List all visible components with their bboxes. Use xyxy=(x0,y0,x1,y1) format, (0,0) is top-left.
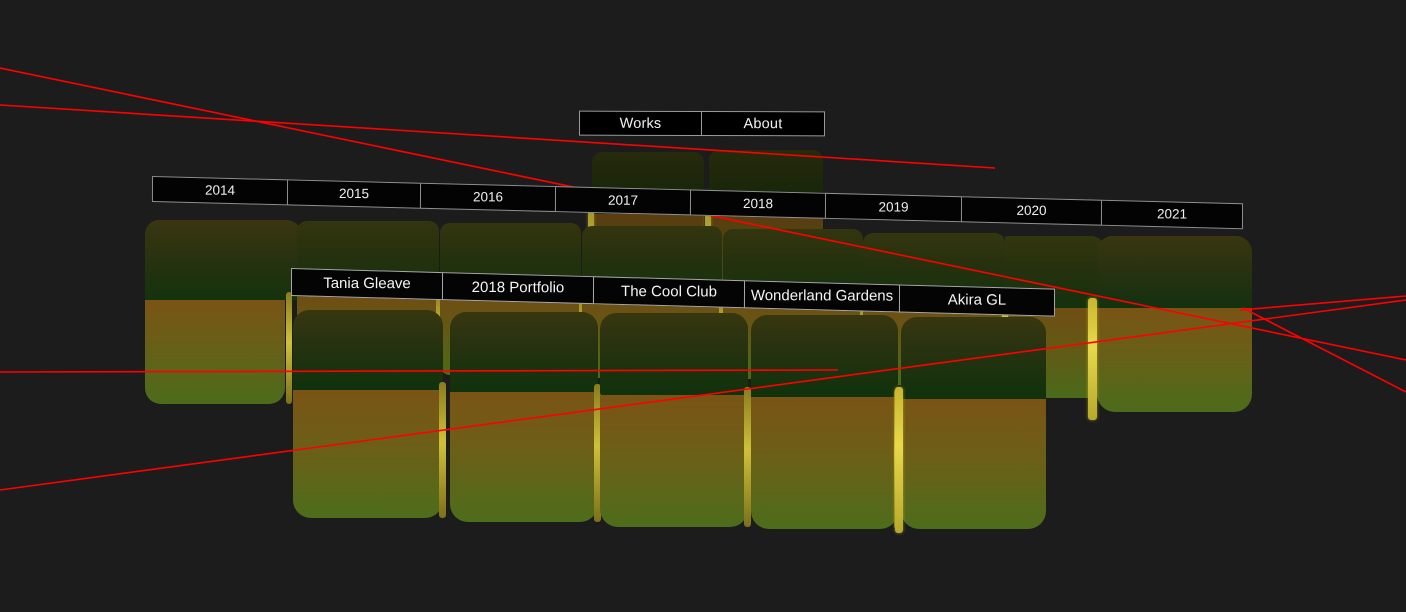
year-label: 2020 xyxy=(1016,202,1047,219)
cube-front-face xyxy=(901,399,1046,529)
cube-top-face xyxy=(600,313,748,395)
project-item-akira-gl[interactable]: Akira GL xyxy=(898,284,1056,317)
cube-top-face xyxy=(145,220,301,300)
year-item-2014[interactable]: 2014 xyxy=(151,176,289,206)
tab-works[interactable]: Works xyxy=(578,110,703,136)
project-label: Tania Gleave xyxy=(323,274,411,293)
year-label: 2016 xyxy=(472,189,504,205)
project-label: Akira GL xyxy=(947,291,1007,309)
cube-front-face xyxy=(293,390,443,518)
project-item-wonderland-gardens[interactable]: Wonderland Gardens xyxy=(743,280,901,313)
cube-top-face xyxy=(1097,236,1252,308)
project-label: Wonderland Gardens xyxy=(750,287,894,305)
year-label: 2021 xyxy=(1156,206,1188,222)
year-item-2015[interactable]: 2015 xyxy=(286,179,422,209)
project-item-tania-gleave[interactable]: Tania Gleave xyxy=(290,268,444,301)
year-label: 2018 xyxy=(742,196,774,212)
cube-front-face xyxy=(1097,308,1252,412)
cube-left-edge xyxy=(1088,298,1097,420)
project-item-2018-portfolio[interactable]: 2018 Portfolio xyxy=(441,272,595,305)
cube-front-face xyxy=(145,300,285,404)
year-item-2018[interactable]: 2018 xyxy=(689,189,827,219)
year-label: 2017 xyxy=(607,192,639,208)
cube-top-face xyxy=(293,310,443,390)
cube-front-face xyxy=(751,397,898,529)
year-item-2016[interactable]: 2016 xyxy=(419,182,557,213)
tab-about-label: About xyxy=(743,116,783,133)
year-label: 2014 xyxy=(204,182,236,198)
year-item-2021[interactable]: 2021 xyxy=(1100,199,1244,230)
tab-works-label: Works xyxy=(619,115,662,132)
year-item-2017[interactable]: 2017 xyxy=(554,186,692,216)
year-item-2019[interactable]: 2019 xyxy=(824,192,963,223)
cube-right-edge xyxy=(744,387,751,527)
year-label: 2015 xyxy=(338,185,370,202)
year-label: 2019 xyxy=(878,199,909,215)
project-label: The Cool Club xyxy=(621,283,717,301)
year-item-2020[interactable]: 2020 xyxy=(960,196,1103,226)
cube-left-edge xyxy=(895,387,903,533)
cube-top-face xyxy=(450,312,598,392)
cube-right-edge xyxy=(286,292,292,404)
project-label: 2018 Portfolio xyxy=(471,278,565,297)
tab-about[interactable]: About xyxy=(700,110,826,137)
cube-top-face xyxy=(901,317,1046,399)
main-nav-tabs: Works About xyxy=(578,110,826,137)
cube-right-edge xyxy=(439,382,446,518)
cube-front-face xyxy=(600,395,748,527)
project-item-the-cool-club[interactable]: The Cool Club xyxy=(592,276,746,309)
cube-front-face xyxy=(450,392,598,522)
scene-stage: Works About 2014 2015 2016 2017 2018 201… xyxy=(0,0,1406,612)
cube-top-face xyxy=(751,315,898,397)
